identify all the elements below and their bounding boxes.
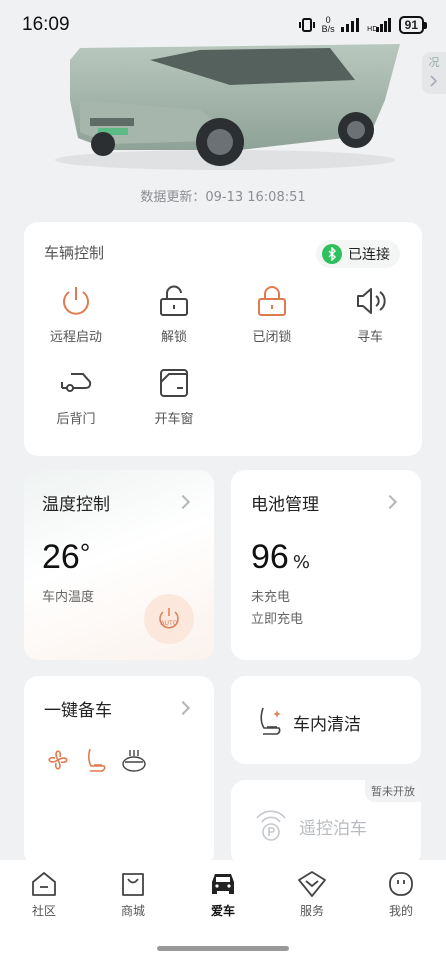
car-image <box>55 44 400 170</box>
find-car-button[interactable]: 寻车 <box>330 284 410 345</box>
seat-heat-icon <box>87 748 106 772</box>
vibrate-icon <box>298 18 315 32</box>
community-icon <box>32 872 56 896</box>
temperature-control-card[interactable]: 温度控制 26° 车内温度 AUTO <box>24 470 214 660</box>
cabin-temperature-value: 26° <box>42 538 91 576</box>
charging-status: 未充电 <box>251 590 291 605</box>
not-available-badge: 暂未开放 <box>365 780 421 802</box>
remote-parking-icon <box>256 810 286 841</box>
shop-bag-icon <box>122 873 144 896</box>
power-auto-icon: AUTO <box>159 608 179 629</box>
nav-shop[interactable]: 商城 <box>103 870 163 919</box>
car-tailgate-icon <box>61 373 92 392</box>
bottom-nav: 社区 商城 爱车 服务 我的 <box>0 860 446 960</box>
charge-now-link[interactable]: 立即充电 <box>251 608 303 627</box>
service-icon <box>298 871 326 897</box>
unlock-button[interactable]: 解锁 <box>134 284 214 345</box>
speaker-icon <box>357 288 386 314</box>
nav-service[interactable]: 服务 <box>282 870 342 919</box>
home-indicator[interactable] <box>157 946 289 951</box>
side-status-tab[interactable]: 况 <box>422 52 446 94</box>
power-icon <box>63 287 89 315</box>
nav-profile[interactable]: 我的 <box>371 870 431 919</box>
car-hero-image[interactable] <box>0 40 446 175</box>
battery-management-card[interactable]: 电池管理 96% 未充电 立即充电 <box>231 470 421 660</box>
fan-icon <box>48 750 68 770</box>
chevron-right-icon <box>175 494 191 510</box>
nav-my-car[interactable]: 爱车 <box>193 870 253 919</box>
bluetooth-icon <box>322 244 342 264</box>
cabin-temperature-label: 车内温度 <box>42 590 95 605</box>
auto-climate-button[interactable]: AUTO <box>144 594 194 644</box>
remote-parking-card: 暂未开放 遥控泊车 <box>231 780 421 866</box>
steering-heat-icon <box>122 750 146 772</box>
vehicle-control-title: 车辆控制 <box>44 244 105 262</box>
vehicle-control-card: 车辆控制 已连接 远程启动 解锁 已闭锁 寻车 后背门 开车窗 <box>24 222 422 456</box>
temperature-title: 温度控制 <box>42 495 110 515</box>
locked-button[interactable]: 已闭锁 <box>232 284 312 345</box>
seat-clean-icon <box>260 707 281 735</box>
cabin-clean-card[interactable]: 车内清洁 <box>231 676 421 764</box>
chevron-right-icon <box>175 700 191 716</box>
battery-indicator: 91 <box>398 16 428 34</box>
status-time: 16:09 <box>22 14 70 35</box>
remote-start-button[interactable]: 远程启动 <box>36 284 116 345</box>
open-window-button[interactable]: 开车窗 <box>134 366 214 427</box>
one-key-title: 一键备车 <box>44 701 112 721</box>
chevron-right-icon <box>382 494 398 510</box>
tailgate-button[interactable]: 后背门 <box>36 366 116 427</box>
chevron-right-icon <box>430 75 438 87</box>
profile-icon <box>389 872 413 896</box>
car-window-icon <box>160 369 188 397</box>
car-front-icon <box>212 874 234 894</box>
nav-community[interactable]: 社区 <box>14 870 74 919</box>
remote-parking-title: 遥控泊车 <box>299 819 367 839</box>
connection-status[interactable]: 已连接 <box>316 240 400 268</box>
battery-title: 电池管理 <box>251 495 319 515</box>
lock-icon <box>258 286 286 316</box>
status-icons: 0 B/s HD 91 <box>298 15 428 34</box>
unlock-icon <box>160 285 188 316</box>
signal-2-icon: HD <box>367 18 391 32</box>
net-speed: 0 B/s <box>321 15 335 34</box>
one-key-prepare-card[interactable]: 一键备车 <box>24 676 214 866</box>
data-updated-time: 数据更新：09-13 16:08:51 <box>140 190 306 205</box>
cabin-clean-title: 车内清洁 <box>293 715 361 735</box>
battery-level: 96% <box>251 538 310 576</box>
signal-icon <box>340 18 359 32</box>
svg-text:AUTO: AUTO <box>161 620 178 627</box>
